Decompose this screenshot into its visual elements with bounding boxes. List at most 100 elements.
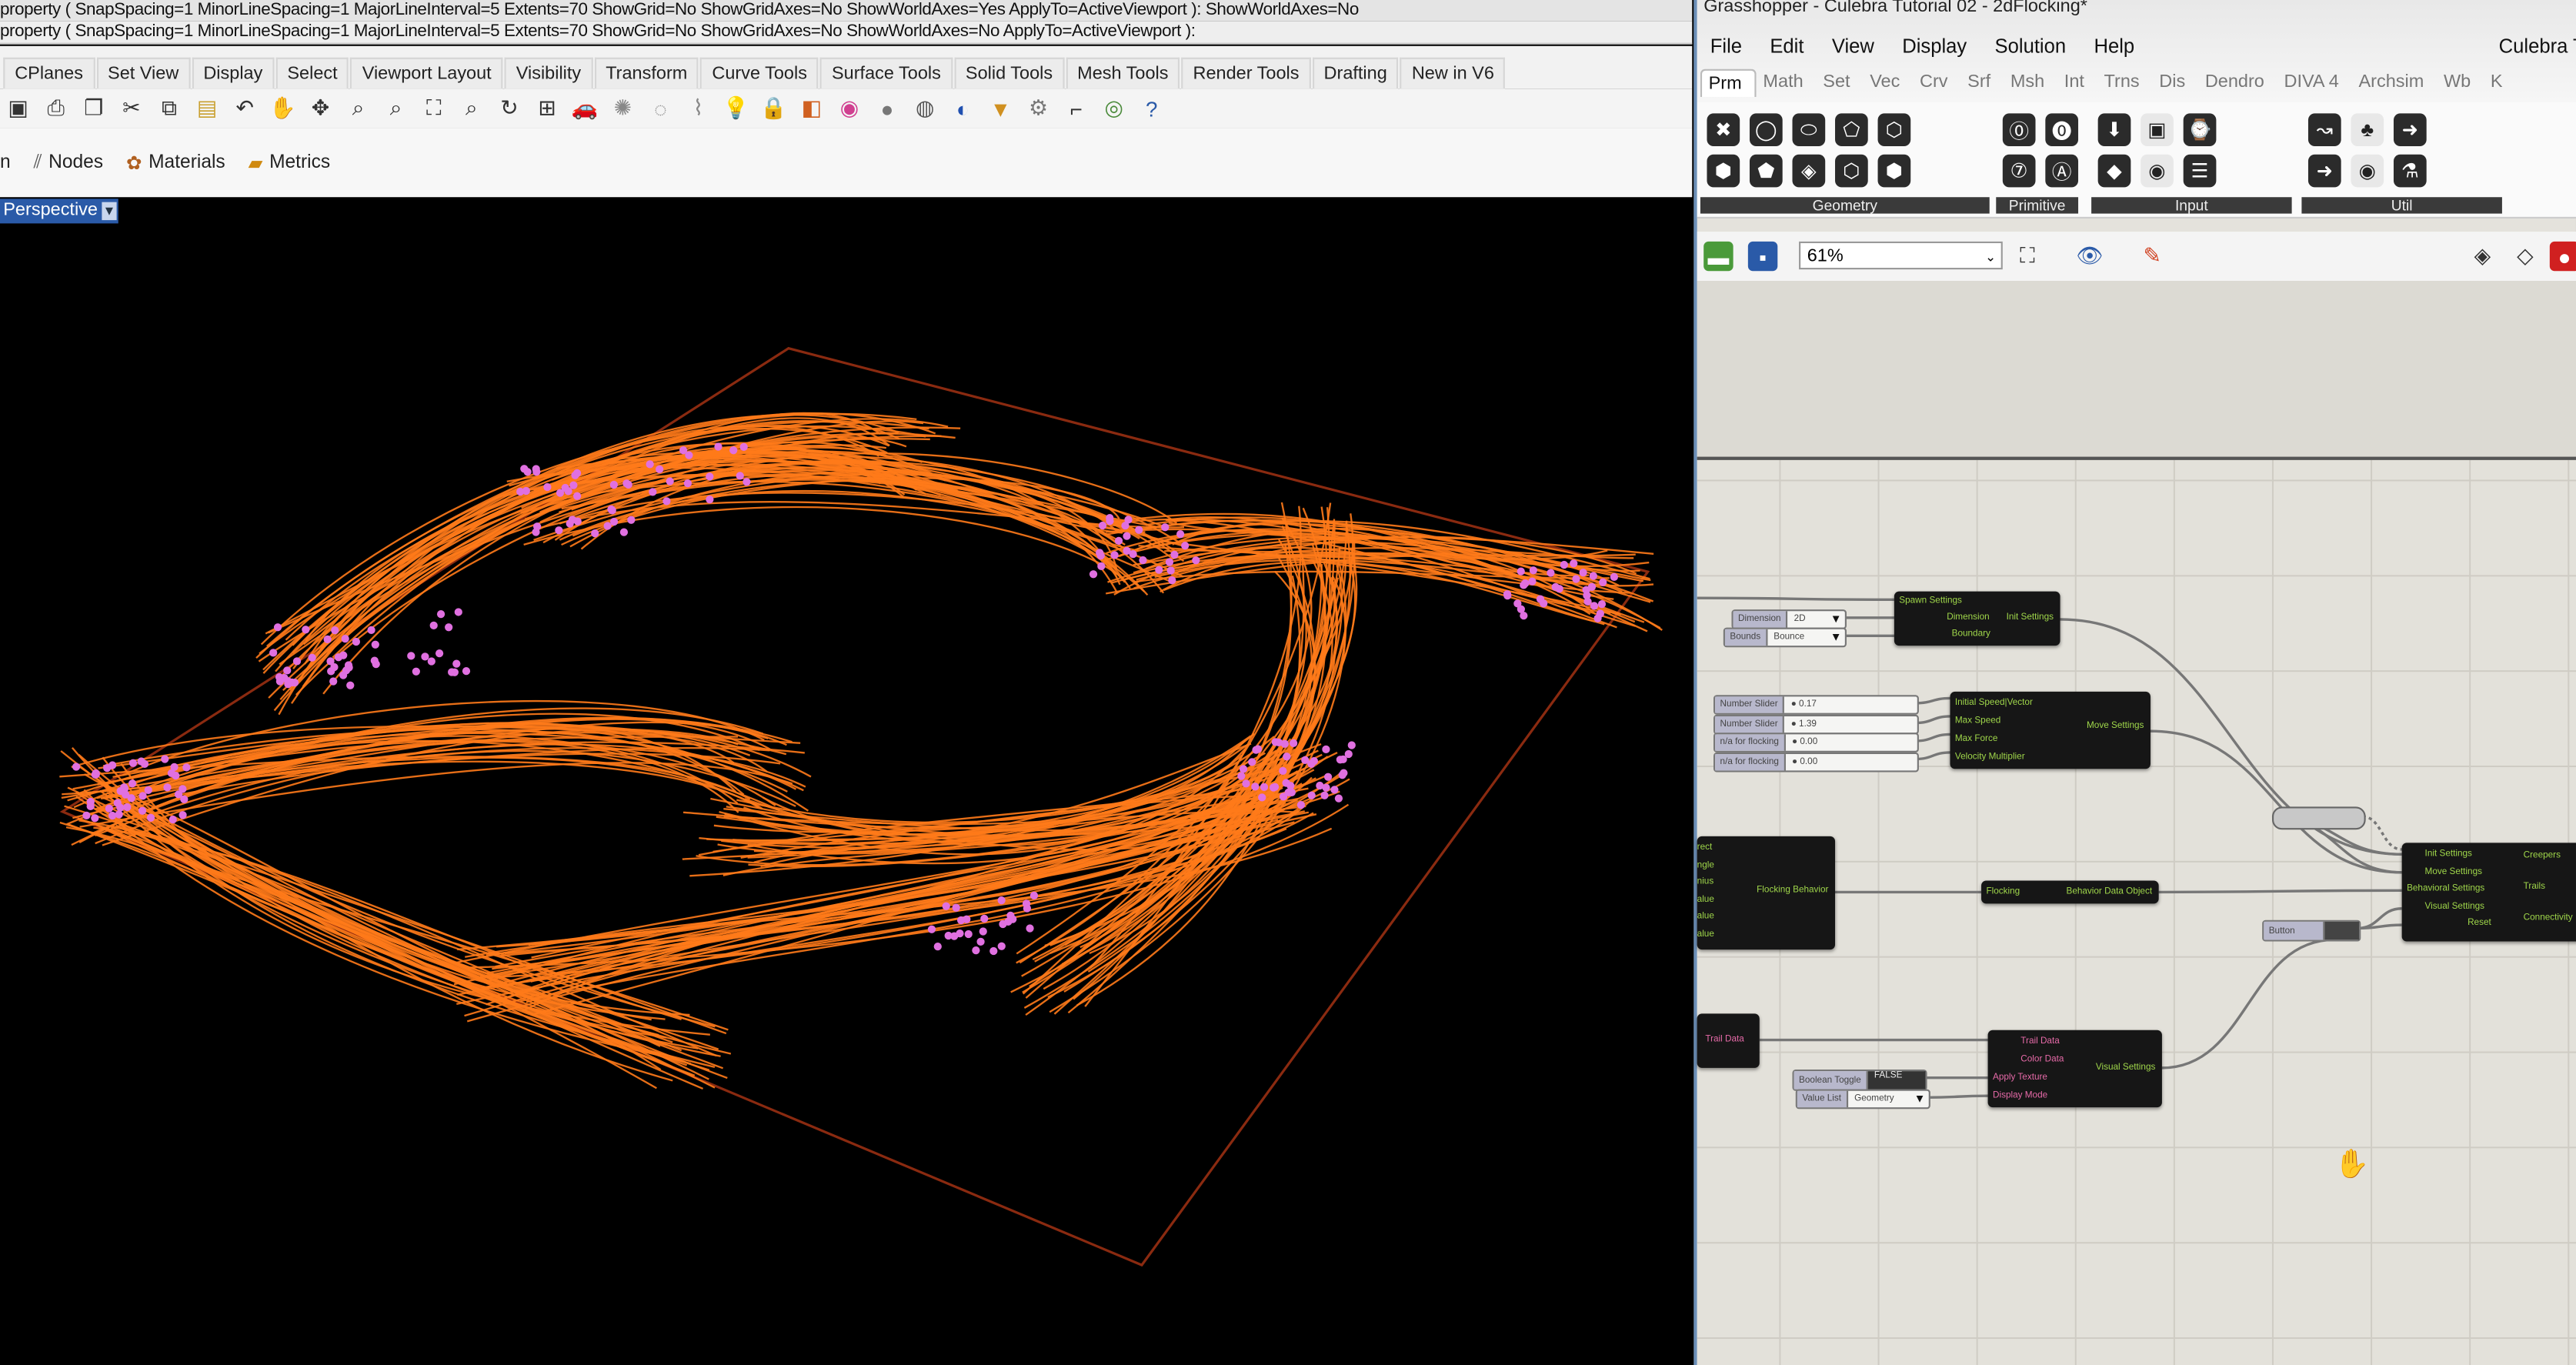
circle-icon[interactable]: ◌ <box>646 94 675 123</box>
tab-dis[interactable]: Dis <box>2153 69 2199 97</box>
tab-curve-tools[interactable]: Curve Tools <box>700 57 819 89</box>
move-settings-component[interactable]: Initial Speed|Vector Max Speed Max Force Ve… <box>1950 691 2151 769</box>
tab-select[interactable]: Select <box>275 57 349 89</box>
tab-math[interactable]: Math <box>1757 69 1817 97</box>
layer-icon[interactable]: ◧ <box>797 94 826 123</box>
gear-icon[interactable]: ⚙ <box>1023 94 1053 123</box>
number-slider[interactable]: Number Slider ● 0.17 <box>1713 695 1919 715</box>
car-icon[interactable]: 🚗 <box>570 94 599 123</box>
preview-mode-icon[interactable]: ◈ <box>2468 242 2497 271</box>
tab-transform[interactable]: Transform <box>594 57 699 89</box>
polyline-icon[interactable]: ⌇ <box>683 94 712 123</box>
component-icon[interactable]: ⓿ <box>2045 113 2079 147</box>
tab-archsim[interactable]: Archsim <box>2352 69 2437 97</box>
menu-view[interactable]: View <box>1832 35 1874 58</box>
button-component[interactable]: Button <box>2262 919 2361 942</box>
tab-wb[interactable]: Wb <box>2437 69 2484 97</box>
tab-dendro[interactable]: Dendro <box>2198 69 2277 97</box>
zoom-extents-icon[interactable]: ⛶ <box>419 94 448 123</box>
spawn-settings-component[interactable]: Spawn Settings Dimension Boundary Init Sett… <box>1894 591 2060 646</box>
tab-render-tools[interactable]: Render Tools <box>1181 57 1311 89</box>
group-label[interactable]: Util <box>2301 197 2502 214</box>
component-icon[interactable]: ◈ <box>1792 154 1826 188</box>
dropdown-arrow-icon[interactable]: ▼ <box>1830 632 1845 643</box>
component-icon[interactable]: ⬢ <box>1707 154 1740 188</box>
filter-icon[interactable]: ▼ <box>986 94 1015 123</box>
zoom-window-icon[interactable]: ⌕ <box>381 94 410 123</box>
tab-trns[interactable]: Trns <box>2097 69 2153 97</box>
tab-prm[interactable]: Prm <box>1700 68 1757 97</box>
tab-new-in-v6[interactable]: New in V6 <box>1400 57 1506 89</box>
render-sphere-icon[interactable]: ◍ <box>910 94 939 123</box>
print-icon[interactable]: ⎙ <box>41 94 70 123</box>
bounds-value-list[interactable]: Bounds Bounce ▼ <box>1723 627 1847 648</box>
tab-vec[interactable]: Vec <box>1864 69 1914 97</box>
menu-solution[interactable]: Solution <box>1995 35 2067 58</box>
tab-set-view[interactable]: Set View <box>96 57 191 89</box>
component-icon[interactable]: ◉ <box>2141 154 2174 188</box>
open-file-icon[interactable]: ▬ <box>1703 241 1733 272</box>
preview-eye-icon[interactable]: 👁 <box>2075 242 2104 271</box>
save-file-icon[interactable]: ▪ <box>1747 241 1778 272</box>
component-icon[interactable]: ➜ <box>2393 113 2427 147</box>
component-icon[interactable]: ☰ <box>2183 154 2217 188</box>
paste-icon[interactable]: ▤ <box>192 94 222 123</box>
tab-int[interactable]: Int <box>2057 69 2097 97</box>
number-slider[interactable]: Number Slider ● 1.39 <box>1713 713 1919 734</box>
component-icon[interactable]: ➜ <box>2307 154 2341 188</box>
tab-srf[interactable]: Srf <box>1961 69 2004 97</box>
component-icon[interactable]: ⚗ <box>2393 154 2427 188</box>
globe-icon[interactable]: ◐ <box>948 94 977 123</box>
dimension-value-list[interactable]: Dimension 2D ▼ <box>1731 609 1847 629</box>
menu-help[interactable]: Help <box>2094 35 2134 58</box>
new-icon[interactable]: ❐ <box>78 94 108 123</box>
save-icon[interactable]: ▣ <box>3 94 32 123</box>
tab-solid-tools[interactable]: Solid Tools <box>953 57 1065 89</box>
grid-icon[interactable]: ⊞ <box>532 94 562 123</box>
rotate-icon[interactable]: ↻ <box>495 94 524 123</box>
menu-display[interactable]: Display <box>1902 35 1967 58</box>
creeper-engine-component[interactable]: Init Settings Move Settings Behavioral Set… <box>2401 843 2576 942</box>
move-icon[interactable]: ✥ <box>305 94 335 123</box>
menu-file[interactable]: File <box>1710 35 1742 58</box>
flocking-behavior-component[interactable]: rect ngle nius alue alue alue Flocking Behavio… <box>1697 836 1836 950</box>
grasshopper-canvas[interactable]: Dimension 2D ▼ Bounds Bounce ▼ Spawn Settings D… <box>1697 281 2576 1365</box>
lock-icon[interactable]: 🔒 <box>759 94 788 123</box>
component-icon[interactable]: ✖ <box>1707 113 1740 147</box>
world-icon[interactable]: ◎ <box>1099 94 1128 123</box>
component-icon[interactable]: ⌚ <box>2183 113 2217 147</box>
pan-icon[interactable]: ✋ <box>268 94 297 123</box>
light-icon[interactable]: ✺ <box>608 94 637 123</box>
nodes-button[interactable]: ⫽ Nodes <box>34 152 104 174</box>
behavior-data-object-component[interactable]: Flocking Behavior Data Object <box>1981 880 2159 904</box>
tab-cplanes[interactable]: CPlanes <box>3 57 95 89</box>
tab-msh[interactable]: Msh <box>2004 69 2057 97</box>
component-icon[interactable]: ⬢ <box>1877 154 1911 188</box>
component-icon[interactable]: ⬡ <box>1877 113 1911 147</box>
component-icon[interactable]: ↝ <box>2307 113 2341 147</box>
component-icon[interactable]: ◯ <box>1749 113 1783 147</box>
shaded-preview-icon[interactable]: ◇ <box>2511 242 2540 271</box>
group-label[interactable]: Primitive <box>1996 197 2079 214</box>
group-label[interactable]: Geometry <box>1700 197 1990 214</box>
dropdown-arrow-icon[interactable]: ▼ <box>1914 1093 1929 1105</box>
component-icon[interactable]: ⬇ <box>2097 113 2131 147</box>
tab-drafting[interactable]: Drafting <box>1312 57 1399 89</box>
sphere-icon[interactable]: ● <box>873 94 902 123</box>
component-icon[interactable]: ⬭ <box>1792 113 1826 147</box>
perspective-viewport[interactable] <box>0 199 1692 1365</box>
document-tab[interactable]: Culebra Tu <box>2499 35 2576 58</box>
color-wheel-icon[interactable]: ◉ <box>835 94 864 123</box>
bake-icon[interactable]: ● <box>2549 241 2576 272</box>
tab-surface-tools[interactable]: Surface Tools <box>820 57 953 89</box>
component-icon[interactable]: ◉ <box>2351 154 2384 188</box>
tab-mesh-tools[interactable]: Mesh Tools <box>1066 57 1180 89</box>
tab-k[interactable]: K <box>2484 69 2515 97</box>
component-icon[interactable]: ▣ <box>2141 113 2174 147</box>
tab-display[interactable]: Display <box>192 57 275 89</box>
component-icon[interactable]: ⑦ <box>2002 154 2036 188</box>
component-icon[interactable]: Ⓐ <box>2045 154 2079 188</box>
viewport-menu-arrow-icon[interactable]: ▼ <box>102 202 117 221</box>
trail-data-component[interactable]: Trail Data <box>1697 1013 1760 1068</box>
tab-visibility[interactable]: Visibility <box>504 57 593 89</box>
